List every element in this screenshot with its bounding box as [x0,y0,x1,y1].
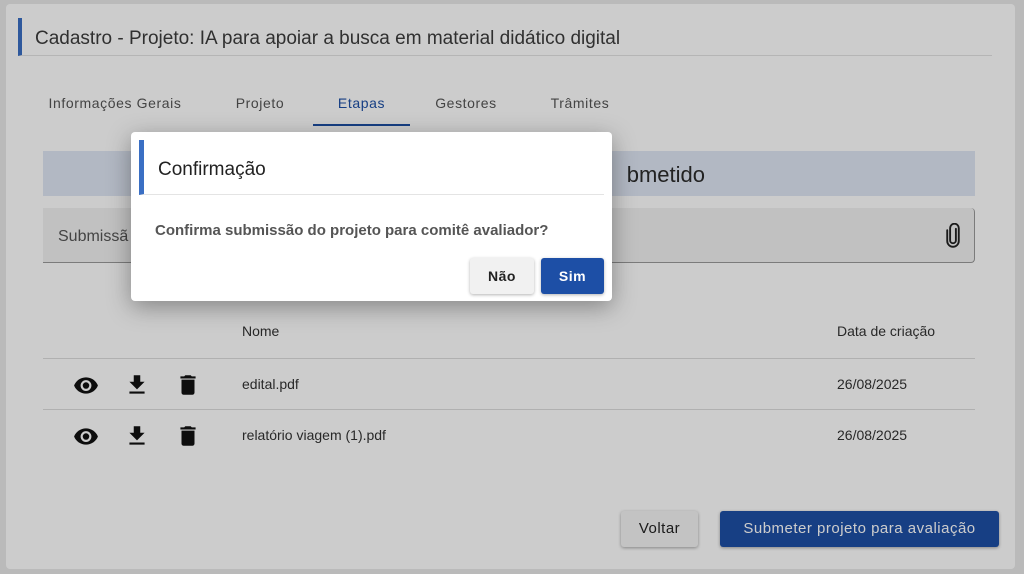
yes-button[interactable]: Sim [541,258,604,294]
no-button[interactable]: Não [470,258,534,294]
dialog-header: Confirmação [139,140,604,195]
confirmation-dialog: Confirmação Confirma submissão do projet… [131,132,612,301]
dialog-title: Confirmação [158,159,266,180]
dialog-message: Confirma submissão do projeto para comit… [155,222,549,239]
